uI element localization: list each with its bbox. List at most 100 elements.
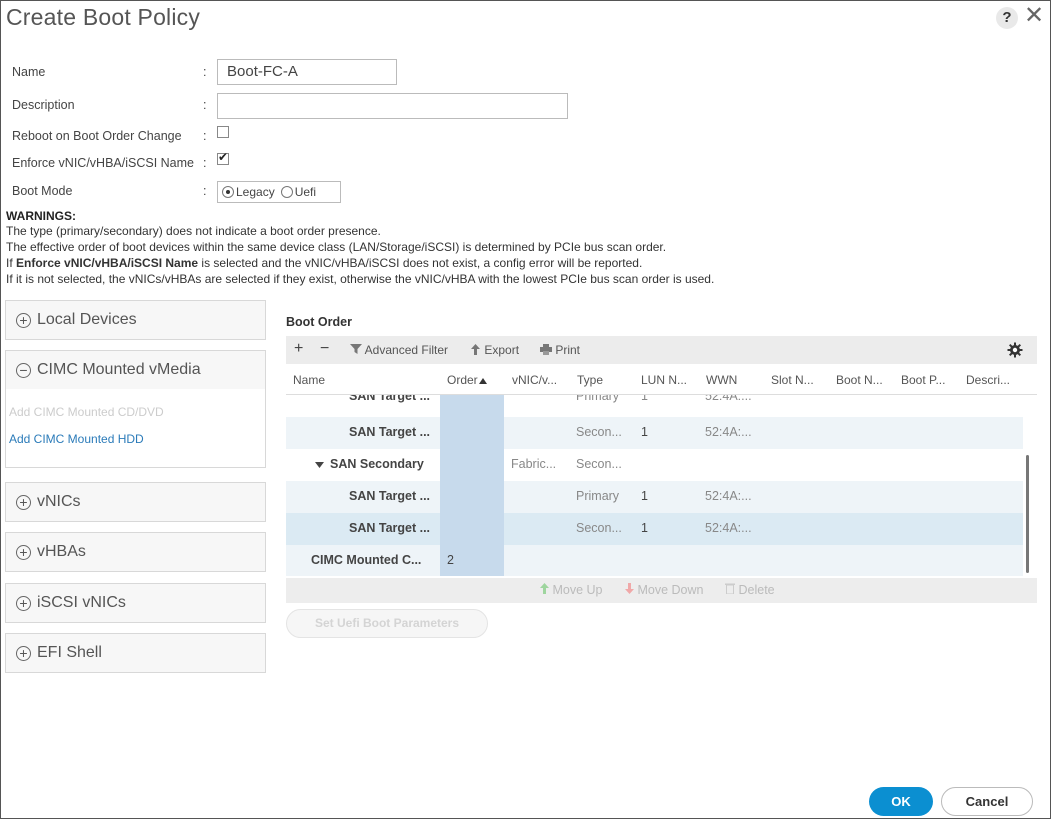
name-colon: : [203, 65, 207, 79]
boot-mode-label: Boot Mode [12, 184, 73, 198]
dialog-title: Create Boot Policy [6, 4, 201, 30]
gear-icon[interactable] [1007, 342, 1023, 358]
iscsi-vnics-panel[interactable]: + iSCSI vNICs [5, 583, 266, 623]
caret-down-icon[interactable] [315, 462, 324, 468]
add-button[interactable]: + [294, 340, 303, 358]
uefi-radio[interactable] [280, 186, 293, 198]
col-vnic[interactable]: vNIC/v... [512, 373, 557, 387]
enforce-colon: : [203, 156, 207, 170]
row-lun: 1 [641, 394, 648, 403]
scrollbar[interactable] [1026, 455, 1029, 573]
table-row[interactable]: SAN Target ... Secon... 1 52:4A:... [286, 417, 1023, 449]
description-input[interactable] [217, 93, 568, 119]
row-type: Secon... [576, 457, 622, 471]
minus-circle-icon: − [16, 362, 31, 378]
name-input[interactable]: Boot-FC-A [217, 59, 397, 85]
row-type: Secon... [576, 521, 622, 535]
help-icon[interactable]: ? [996, 7, 1018, 29]
row-name: SAN Target ... [349, 394, 431, 403]
move-down-button[interactable]: Move Down [625, 583, 703, 597]
vnics-panel[interactable]: + vNICs [5, 482, 266, 522]
arrow-down-icon [625, 583, 634, 594]
vhbas-panel[interactable]: + vHBAs [5, 532, 266, 572]
add-cimc-cd-link[interactable]: Add CIMC Mounted CD/DVD [9, 405, 164, 419]
vnics-label: vNICs [37, 493, 81, 510]
col-type[interactable]: Type [577, 373, 603, 387]
remove-button[interactable]: − [320, 340, 329, 358]
col-boot-name[interactable]: Boot N... [836, 373, 883, 387]
row-type: Primary [576, 394, 620, 403]
col-order[interactable]: Order [447, 373, 487, 387]
boot-mode-colon: : [203, 184, 207, 198]
row-name: SAN Target ... [349, 425, 431, 439]
print-icon [540, 344, 552, 355]
row-name: SAN Secondary [330, 457, 424, 471]
delete-button[interactable]: Delete [725, 583, 775, 597]
table-row[interactable]: CIMC Mounted C... [286, 545, 1023, 576]
table-row[interactable]: SAN Target ... Secon... 1 52:4A:... [286, 513, 1023, 545]
advanced-filter-button[interactable]: Advanced Filter [350, 343, 448, 357]
close-icon[interactable]: ✕ [1024, 4, 1044, 28]
legacy-radio[interactable] [222, 186, 234, 198]
col-boot-path[interactable]: Boot P... [901, 373, 945, 387]
warning-line-3: If Enforce vNIC/vHBA/iSCSI Name is selec… [6, 256, 642, 270]
print-label: Print [555, 343, 581, 357]
row-wwn: 52:4A:... [705, 521, 752, 535]
set-uefi-boot-parameters-button[interactable]: Set Uefi Boot Parameters [286, 609, 488, 638]
description-colon: : [203, 98, 207, 112]
uefi-label: Uefi [294, 185, 317, 199]
col-order-label: Order [447, 373, 478, 387]
row-wwn: 52:4A:... [705, 394, 752, 403]
move-down-label: Move Down [637, 583, 704, 597]
row-wwn: 52:4A:... [705, 489, 752, 503]
table-row[interactable]: SAN Secondary Fabric... Secon... [286, 449, 1023, 481]
name-label: Name [12, 65, 46, 79]
add-cimc-hdd-link[interactable]: Add CIMC Mounted HDD [9, 432, 144, 446]
col-description[interactable]: Descri... [966, 373, 1010, 387]
local-devices-panel[interactable]: + Local Devices [5, 300, 266, 340]
cimc-vmedia-panel[interactable]: − CIMC Mounted vMedia Add CIMC Mounted CD… [5, 350, 266, 468]
move-up-label: Move Up [552, 583, 603, 597]
warning-line-3-pre: If [6, 256, 17, 270]
col-name[interactable]: Name [293, 373, 325, 387]
row-name: SAN Target ... [349, 489, 431, 503]
row-lun: 1 [641, 521, 648, 535]
delete-label: Delete [738, 583, 775, 597]
export-label: Export [484, 343, 520, 357]
advanced-filter-label: Advanced Filter [364, 343, 449, 357]
vhbas-label: vHBAs [37, 543, 86, 560]
print-button[interactable]: Print [540, 343, 580, 357]
col-lun[interactable]: LUN N... [641, 373, 687, 387]
row-name: CIMC Mounted C... [311, 553, 422, 567]
reboot-checkbox[interactable] [217, 126, 229, 138]
move-bar: Move Up Move Down Delete [286, 578, 1037, 603]
row-type: Primary [576, 489, 620, 503]
description-label: Description [12, 98, 75, 112]
efi-shell-panel[interactable]: + EFI Shell [5, 633, 266, 673]
row-order: 2 [447, 553, 454, 567]
cancel-button[interactable]: Cancel [941, 787, 1033, 816]
table-row[interactable]: SAN Target ... Primary 1 52:4A:... [286, 394, 1023, 413]
warning-line-1: The type (primary/secondary) does not in… [6, 224, 381, 238]
boot-order-header: Name Order vNIC/v... Type LUN N... WWN S… [286, 366, 1037, 394]
arrow-up-icon [540, 583, 549, 594]
col-wwn[interactable]: WWN [706, 373, 737, 387]
col-slot[interactable]: Slot N... [771, 373, 814, 387]
row-lun: 1 [641, 489, 648, 503]
ok-button[interactable]: OK [869, 787, 933, 816]
reboot-label: Reboot on Boot Order Change [12, 129, 182, 143]
plus-circle-icon: + [16, 544, 31, 560]
row-lun: 1 [641, 425, 648, 439]
trash-icon [725, 583, 735, 595]
export-icon [471, 344, 480, 355]
warning-line-4: If it is not selected, the vNICs/vHBAs a… [6, 272, 715, 286]
export-button[interactable]: Export [470, 343, 519, 357]
iscsi-vnics-label: iSCSI vNICs [37, 594, 126, 611]
move-up-button[interactable]: Move Up [540, 583, 603, 597]
order-column-highlight [440, 395, 504, 576]
table-row[interactable]: SAN Target ... Primary 1 52:4A:... [286, 481, 1023, 513]
enforce-checkbox[interactable] [217, 150, 229, 165]
plus-circle-icon: + [16, 312, 31, 328]
sort-asc-icon [478, 378, 487, 384]
row-type: Secon... [576, 425, 622, 439]
